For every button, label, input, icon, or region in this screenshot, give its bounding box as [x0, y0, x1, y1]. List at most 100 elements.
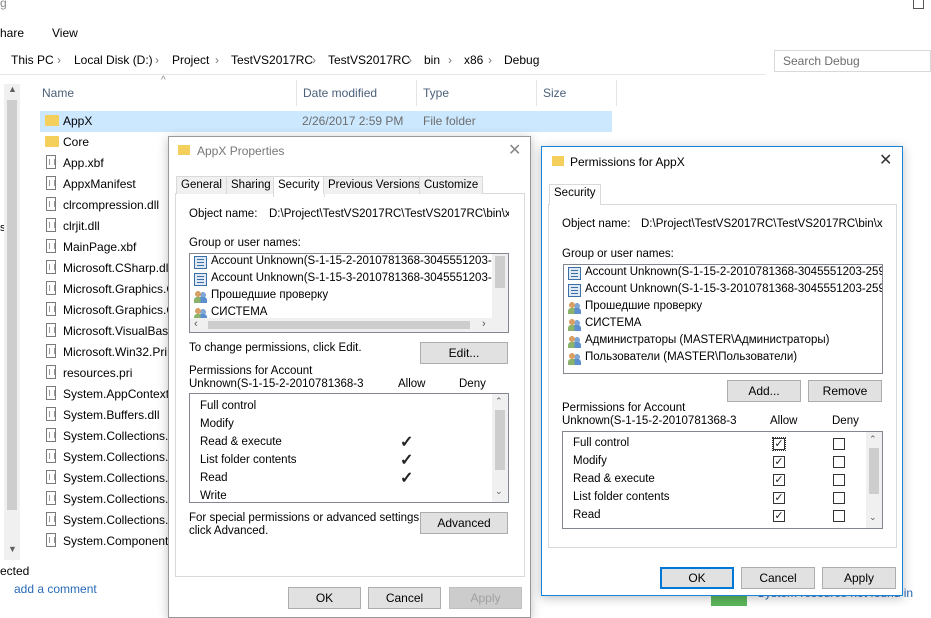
special-permissions-text-1: For special permissions or advanced sett…: [189, 512, 423, 524]
breadcrumb-this-pc[interactable]: This PC: [11, 53, 54, 67]
file-icon: [46, 239, 56, 253]
file-icon: [46, 323, 56, 337]
column-separator[interactable]: [416, 80, 417, 106]
permissions-for-label-1: Permissions for Account: [189, 365, 313, 377]
add-button[interactable]: Add...: [727, 380, 801, 402]
breadcrumb-debug[interactable]: Debug: [504, 53, 539, 67]
file-name: Microsoft.VisualBasi: [63, 324, 171, 338]
scroll-up-icon[interactable]: ⌃: [495, 396, 503, 407]
tab-previous-versions[interactable]: Previous Versions: [323, 176, 426, 194]
breadcrumb-local-disk[interactable]: Local Disk (D:): [74, 53, 153, 67]
ok-button[interactable]: OK: [660, 567, 734, 589]
change-permissions-text: To change permissions, click Edit.: [189, 342, 362, 354]
apply-button[interactable]: Apply: [822, 567, 896, 589]
breadcrumb-chevron-icon: ›: [488, 53, 492, 67]
vertical-scrollbar[interactable]: ⌃ ⌄: [492, 394, 508, 502]
file-icon: [46, 512, 56, 526]
file-icon: [46, 155, 56, 169]
object-name-value: D:\Project\TestVS2017RC\TestVS2017RC\bin…: [269, 208, 509, 220]
scroll-up-icon[interactable]: ▲: [8, 84, 17, 94]
search-input[interactable]: Search Debug: [774, 50, 931, 72]
scroll-left-icon[interactable]: ‹: [194, 318, 198, 330]
scroll-up-icon[interactable]: ⌃: [869, 434, 877, 445]
deny-checkbox[interactable]: [833, 456, 845, 468]
column-separator[interactable]: [296, 80, 297, 106]
permission-row: Full control: [200, 398, 490, 416]
deny-checkbox[interactable]: [833, 510, 845, 522]
close-icon[interactable]: ✕: [508, 143, 521, 159]
allow-checkbox[interactable]: ✓: [773, 492, 785, 504]
deny-checkbox[interactable]: [833, 474, 845, 486]
allow-checkbox[interactable]: ✓: [773, 456, 785, 468]
allow-checkbox[interactable]: ✓: [773, 474, 785, 486]
breadcrumb-bin[interactable]: bin: [424, 53, 440, 67]
breadcrumb-testvs-2[interactable]: TestVS2017RC: [328, 53, 410, 67]
cancel-button[interactable]: Cancel: [741, 567, 815, 589]
scroll-thumb[interactable]: [495, 410, 505, 470]
edit-button[interactable]: Edit...: [420, 342, 508, 364]
file-row[interactable]: AppX 2/26/2017 2:59 PM File folder: [40, 111, 612, 132]
file-icon: [46, 449, 56, 463]
column-header-size[interactable]: Size: [543, 86, 566, 112]
permissions-list: Full control ✓ Modify ✓ Read & execute ✓ List …: [562, 431, 883, 529]
tab-customize[interactable]: Customize: [419, 176, 484, 194]
file-name: clrcompression.dll: [63, 198, 160, 212]
file-name: Microsoft.Win32.Pri: [63, 345, 168, 359]
close-icon[interactable]: ✕: [879, 153, 892, 169]
user-listbox[interactable]: Account Unknown(S-1-15-2-2010781368-3045…: [189, 253, 509, 333]
ribbon-tab-share[interactable]: hare: [0, 26, 24, 40]
file-type: File folder: [423, 114, 476, 128]
scroll-down-icon[interactable]: ⌄: [495, 486, 503, 497]
scroll-right-icon[interactable]: ›: [482, 318, 486, 330]
file-icon: [46, 428, 56, 442]
address-bar[interactable]: This PC › Local Disk (D:) › Project › Te…: [0, 48, 765, 75]
user-listbox[interactable]: Account Unknown(S-1-15-2-2010781368-3045…: [563, 264, 883, 374]
scroll-thumb[interactable]: [495, 256, 505, 288]
maximize-icon[interactable]: [913, 0, 924, 9]
remove-button[interactable]: Remove: [808, 380, 882, 402]
scroll-thumb[interactable]: [208, 321, 470, 329]
horizontal-scrollbar[interactable]: ‹ ›: [190, 318, 508, 332]
file-name: System.Component: [63, 534, 169, 548]
user-group-icon: [568, 352, 581, 365]
scroll-down-icon[interactable]: ⌄: [869, 512, 877, 523]
column-header-date[interactable]: Date modified: [303, 86, 377, 112]
breadcrumb-project[interactable]: Project: [172, 53, 209, 67]
file-name: Core: [63, 135, 90, 149]
properties-dialog: AppX Properties ✕ General Sharing Securi…: [168, 136, 531, 618]
column-separator[interactable]: [536, 80, 537, 106]
tab-general[interactable]: General: [176, 176, 227, 194]
user-group-icon: [568, 318, 581, 331]
add-comment-link[interactable]: add a comment: [14, 582, 97, 596]
file-name: System.Collections.: [63, 492, 169, 506]
advanced-button[interactable]: Advanced: [420, 512, 508, 534]
ribbon-tab-view[interactable]: View: [52, 26, 78, 40]
breadcrumb-testvs-1[interactable]: TestVS2017RC: [231, 53, 313, 67]
deny-checkbox[interactable]: [833, 492, 845, 504]
breadcrumb-chevron-icon: ›: [155, 53, 159, 67]
allow-checkbox[interactable]: ✓: [773, 510, 785, 522]
scroll-thumb[interactable]: [7, 100, 17, 510]
scroll-down-icon[interactable]: ▼: [8, 544, 17, 554]
nav-scrollbar[interactable]: ▲ ▼: [4, 84, 20, 560]
permission-name: Full control: [200, 400, 257, 412]
breadcrumb-x86[interactable]: x86: [464, 53, 483, 67]
allow-checkbox[interactable]: ✓: [772, 437, 786, 451]
file-icon: [46, 344, 56, 358]
ok-button[interactable]: OK: [288, 587, 361, 609]
vertical-scrollbar[interactable]: ⌃ ⌄: [866, 432, 882, 528]
cancel-button[interactable]: Cancel: [368, 587, 441, 609]
vertical-scrollbar[interactable]: [492, 254, 508, 318]
column-header-name[interactable]: Name: [42, 86, 74, 112]
tab-sharing[interactable]: Sharing: [226, 176, 276, 194]
scroll-thumb[interactable]: [869, 448, 879, 494]
deny-checkbox[interactable]: [833, 438, 845, 450]
ribbon-fragment: g: [0, 0, 7, 10]
tab-security[interactable]: Security: [549, 184, 601, 205]
column-separator[interactable]: [616, 80, 617, 106]
file-icon: [46, 533, 56, 547]
tab-security[interactable]: Security: [273, 176, 325, 197]
apply-button[interactable]: Apply: [449, 587, 522, 609]
column-header-type[interactable]: Type: [423, 86, 449, 112]
permission-row: Read & execute ✓: [573, 471, 868, 489]
